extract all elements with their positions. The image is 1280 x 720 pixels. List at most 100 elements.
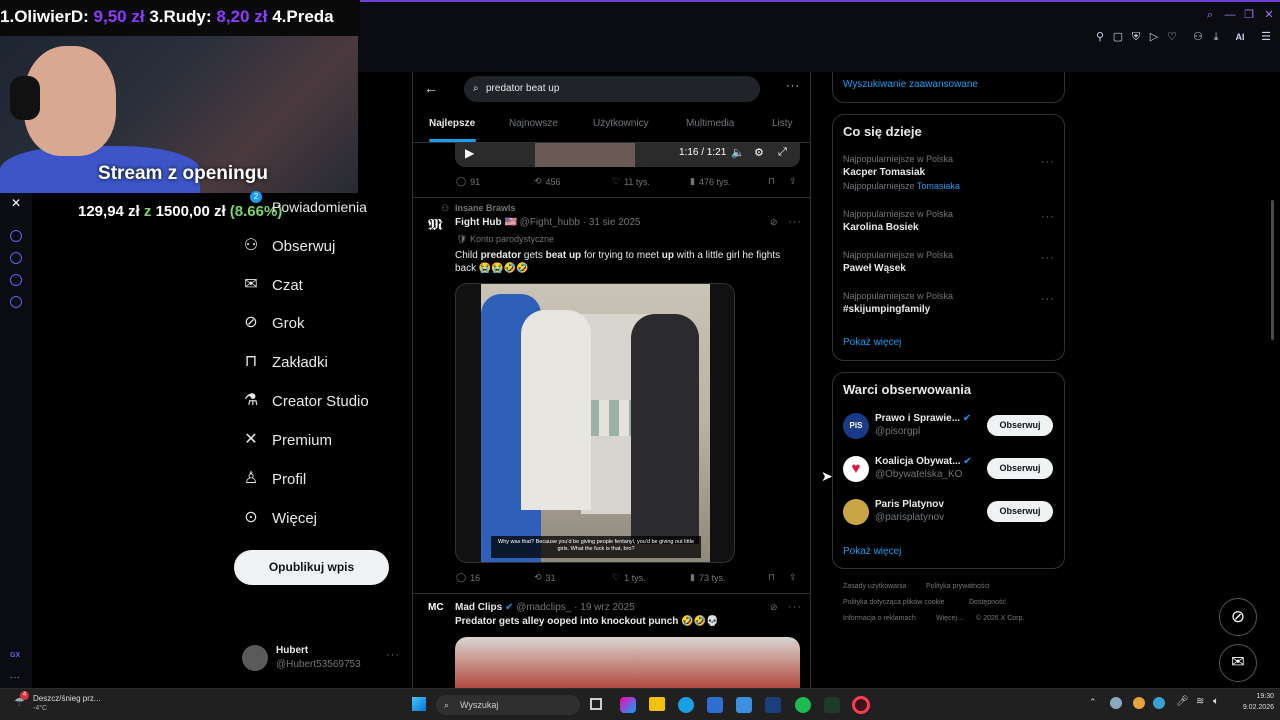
- like-button[interactable]: ♡ 11 tys.: [612, 176, 650, 187]
- post-menu-icon[interactable]: ···: [788, 216, 802, 228]
- trend-menu-icon[interactable]: ···: [1041, 293, 1055, 305]
- back-arrow-icon[interactable]: ←: [424, 80, 438, 96]
- store-icon[interactable]: [707, 697, 723, 713]
- footer-more[interactable]: Więcej ...: [936, 615, 965, 622]
- tab-top[interactable]: Najlepsze: [429, 118, 475, 129]
- nav-notifications[interactable]: 2 Powiadomienia: [250, 191, 367, 219]
- x-sidebar-icon[interactable]: ✕: [11, 196, 21, 210]
- more-icon[interactable]: ···: [10, 672, 20, 683]
- explorer-icon[interactable]: [649, 697, 665, 711]
- windows-start-icon[interactable]: [412, 697, 426, 711]
- nav-more[interactable]: ⊙ Więcej: [242, 506, 317, 530]
- account-switcher[interactable]: Hubert @Hubert53569753 ···: [242, 643, 402, 677]
- tab-latest[interactable]: Najnowsze: [509, 118, 558, 129]
- menu-icon[interactable]: ☰: [1260, 31, 1272, 43]
- tab-media[interactable]: Multimedia: [686, 118, 734, 129]
- repost-button[interactable]: ⟲ 456: [534, 176, 561, 187]
- follow-button[interactable]: Obserwuj: [987, 415, 1053, 436]
- post-video[interactable]: [455, 637, 800, 688]
- nav-creator-studio[interactable]: ⚗ Creator Studio: [242, 389, 369, 413]
- play-icon[interactable]: ▶: [465, 146, 474, 160]
- trend-item[interactable]: Najpopularniejsze w Polska #skijumpingfa…: [843, 291, 1053, 315]
- bookmark-button[interactable]: ⊓: [768, 572, 775, 583]
- download-icon[interactable]: ⤓: [1210, 31, 1222, 43]
- messenger-icon[interactable]: [10, 230, 22, 242]
- history-icon[interactable]: [10, 252, 22, 264]
- edge-icon[interactable]: [678, 697, 694, 713]
- more-dots-icon[interactable]: ···: [386, 649, 400, 661]
- publish-button[interactable]: Opublikuj wpis: [234, 550, 389, 585]
- search-options-icon[interactable]: ···: [786, 80, 800, 92]
- avatar[interactable]: PiS: [843, 413, 869, 439]
- maximize-icon[interactable]: ❐: [1243, 9, 1255, 21]
- community-name[interactable]: Insane Brawls: [455, 203, 516, 213]
- post-menu-icon[interactable]: ···: [788, 601, 802, 613]
- follow-button[interactable]: Obserwuj: [987, 458, 1053, 479]
- views-button[interactable]: ▮ 73 tys.: [690, 572, 725, 583]
- author-handle[interactable]: @Fight_hubb: [520, 217, 580, 228]
- author-name[interactable]: Mad Clips: [455, 602, 502, 613]
- repost-button[interactable]: ⟲ 31: [534, 572, 556, 583]
- trend-menu-icon[interactable]: ···: [1041, 252, 1055, 264]
- shield-icon[interactable]: ⛨: [1130, 31, 1142, 43]
- footer-accessibility[interactable]: Dostępność: [969, 599, 1006, 606]
- show-more-trends[interactable]: Pokaż więcej: [843, 337, 901, 348]
- settings-icon[interactable]: [10, 296, 22, 308]
- tray-app-icon[interactable]: [1153, 697, 1165, 709]
- grok-post-icon[interactable]: ⊘: [770, 602, 778, 613]
- nav-profile[interactable]: ♙ Profil: [242, 467, 306, 491]
- avatar[interactable]: 𝕸: [428, 217, 446, 239]
- avatar[interactable]: [843, 499, 869, 525]
- views-button[interactable]: ▮ 476 tys.: [690, 176, 730, 187]
- tray-app-icon[interactable]: [1133, 697, 1145, 709]
- suggestion-info[interactable]: Paris Platynov @parisplatynov: [875, 499, 944, 523]
- opera-gx-icon[interactable]: [852, 696, 870, 714]
- microphone-icon[interactable]: 🎤︎: [1176, 696, 1189, 707]
- tab-lists[interactable]: Listy: [772, 118, 793, 129]
- trend-item[interactable]: Najpopularniejsze w Polska Karolina Bosi…: [843, 209, 1053, 233]
- trend-item[interactable]: Najpopularniejsze w Polska Paweł Wąsek: [843, 250, 1053, 274]
- trend-item[interactable]: Najpopularniejsze w Polska Kacper Tomasi…: [843, 154, 1053, 191]
- nav-premium[interactable]: ✕ Premium: [242, 428, 332, 452]
- like-button[interactable]: ♡ 1 tys.: [612, 572, 646, 583]
- close-window-icon[interactable]: ✕: [1263, 9, 1275, 21]
- nav-follow[interactable]: ⚇ Obserwuj: [242, 234, 336, 258]
- snapshot-icon[interactable]: ▢: [1112, 31, 1124, 43]
- footer-terms[interactable]: Zasady użytkowania: [843, 583, 906, 590]
- avatar[interactable]: ♥: [843, 456, 869, 482]
- footer-privacy[interactable]: Polityka prywatności: [926, 583, 989, 590]
- share-button[interactable]: ⇪: [789, 176, 797, 187]
- suggestion-info[interactable]: Koalicja Obywat... ✔ @Obywatelska_KO: [875, 456, 972, 480]
- weather-text[interactable]: Deszcz/śnieg prz...: [33, 694, 101, 703]
- trend-extra-link[interactable]: Tomasiaka: [917, 181, 960, 191]
- suggestion-info[interactable]: Prawo i Sprawie... ✔ @pisorgpl: [875, 413, 971, 437]
- settings-icon[interactable]: ⚙: [754, 146, 764, 159]
- trend-menu-icon[interactable]: ···: [1041, 156, 1055, 168]
- copilot-icon[interactable]: [620, 697, 636, 713]
- wallet-icon[interactable]: ⚇: [1192, 31, 1204, 43]
- footer-ads[interactable]: Informacja o reklamach: [843, 615, 916, 622]
- wifi-icon[interactable]: ≋: [1196, 696, 1204, 707]
- tray-expand-icon[interactable]: ⌃: [1089, 697, 1097, 708]
- nav-chat[interactable]: ✉ Czat: [242, 273, 303, 297]
- bookmark-button[interactable]: ⊓: [768, 176, 775, 187]
- avatar[interactable]: MC: [428, 603, 446, 623]
- follow-button[interactable]: Obserwuj: [987, 501, 1053, 522]
- pin-icon[interactable]: ⚲: [1094, 31, 1106, 43]
- search-input[interactable]: ⌕ predator beat up: [464, 76, 760, 102]
- post-date[interactable]: 31 sie 2025: [589, 217, 641, 228]
- clock[interactable]: 19:30 9.02.2026: [1230, 693, 1274, 711]
- post-date[interactable]: 19 wrz 2025: [580, 602, 634, 613]
- trend-menu-icon[interactable]: ···: [1041, 211, 1055, 223]
- activity-icon[interactable]: [765, 697, 781, 713]
- share-button[interactable]: ⇪: [789, 572, 797, 583]
- volume-icon[interactable]: 🔈: [731, 146, 745, 159]
- play-icon[interactable]: ▷: [1148, 31, 1160, 43]
- video-player[interactable]: ▶ 1:16 / 1:21 🔈 ⚙ ⤢: [455, 143, 800, 167]
- terminal-icon[interactable]: [824, 697, 840, 713]
- reply-button[interactable]: ◯ 91: [456, 176, 480, 187]
- grok-post-icon[interactable]: ⊘: [770, 217, 778, 228]
- outlook-icon[interactable]: [736, 697, 752, 713]
- messages-float-button[interactable]: ✉: [1219, 644, 1257, 682]
- footer-cookies[interactable]: Polityka dotycząca plików cookie: [843, 599, 945, 606]
